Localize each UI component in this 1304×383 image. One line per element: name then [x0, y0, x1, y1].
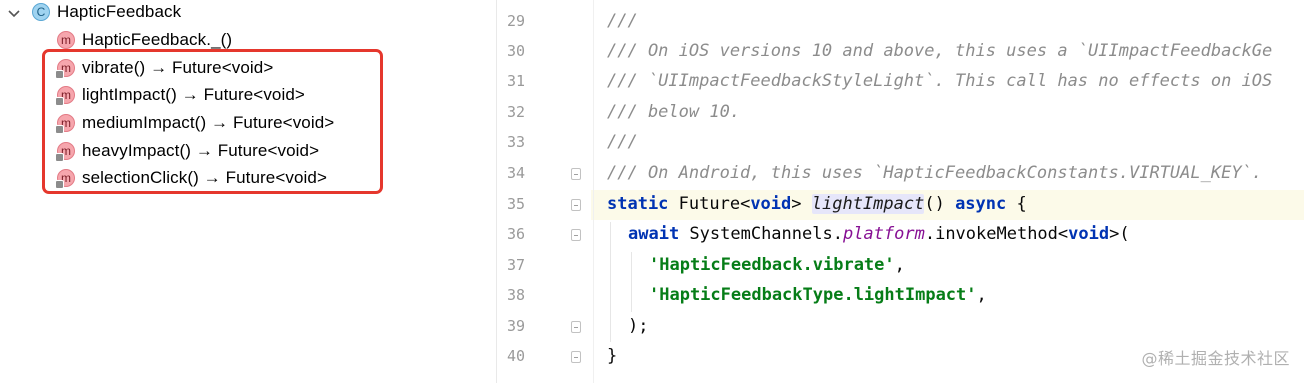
code-text: >( [1109, 224, 1130, 244]
fold-end-icon[interactable] [571, 321, 581, 333]
line-number: 38 [506, 286, 525, 304]
class-icon: C [32, 3, 50, 21]
line-number: 33 [506, 133, 525, 151]
line-number: 39 [506, 317, 525, 335]
code-line: /// On Android, this uses `HapticFeedbac… [607, 163, 1263, 183]
line-number: 30 [506, 42, 525, 60]
code-editor[interactable]: /// /// On iOS versions 10 and above, th… [591, 0, 1304, 383]
watermark: @稀土掘金技术社区 [1141, 349, 1290, 368]
code-line: ); [628, 316, 649, 336]
code-line: /// [607, 11, 638, 31]
line-number: 40 [506, 347, 525, 365]
line-number: 35 [506, 195, 525, 213]
structure-panel: C HapticFeedback m HapticFeedback._() m … [0, 0, 496, 383]
line-number: 37 [506, 256, 525, 274]
line-number: 31 [506, 72, 525, 90]
editor-gutter: 29 30 31 32 33 34 35 36 37 38 39 40 [497, 0, 594, 383]
type-text: > [791, 194, 812, 214]
code-line: /// [607, 132, 638, 152]
keyword: async [955, 194, 1007, 214]
code-text: , [976, 285, 987, 305]
tree-item-label: HapticFeedback._() [82, 30, 233, 49]
code-line-string: 'HapticFeedbackType.lightImpact', [649, 280, 987, 310]
chevron-down-icon[interactable] [6, 5, 22, 21]
line-number: 32 [506, 103, 525, 121]
keyword: await [628, 224, 680, 244]
line-number: 29 [506, 12, 525, 30]
fold-end-icon[interactable] [571, 351, 581, 363]
code-line: /// below 10. [607, 102, 741, 122]
keyword: static [607, 194, 669, 214]
code-text: () [924, 194, 956, 214]
code-line: } [607, 346, 618, 366]
method-name[interactable]: lightImpact [811, 194, 925, 214]
code-line: /// On iOS versions 10 and above, this u… [607, 41, 1273, 61]
indent-guide [610, 222, 611, 342]
code-text: SystemChannels. [679, 224, 843, 244]
code-line-await: await SystemChannels.platform.invokeMeth… [628, 219, 1130, 249]
field-name: platform [842, 224, 925, 244]
code-text: .invokeMethod< [924, 224, 1069, 244]
tree-root-hapticfeedback[interactable]: C HapticFeedback [32, 0, 181, 26]
indent-guide [631, 252, 632, 312]
string-literal: 'HapticFeedback.vibrate' [649, 255, 895, 275]
code-text: , [894, 255, 905, 275]
code-text: { [1006, 194, 1027, 214]
code-line-method-signature: static Future<void> lightImpact() async … [607, 189, 1027, 219]
method-icon: m [57, 31, 75, 49]
highlight-box [42, 49, 383, 194]
keyword: void [1068, 224, 1110, 244]
fold-end-icon[interactable] [571, 168, 581, 180]
code-line: /// `UIImpactFeedbackStyleLight`. This c… [607, 71, 1273, 91]
line-number: 36 [506, 225, 525, 243]
type-text: Future< [668, 194, 751, 214]
string-literal: 'HapticFeedbackType.lightImpact' [649, 285, 977, 305]
line-number: 34 [506, 164, 525, 182]
fold-start-icon[interactable] [571, 229, 581, 241]
keyword: void [750, 194, 792, 214]
code-line-string: 'HapticFeedback.vibrate', [649, 250, 905, 280]
fold-start-icon[interactable] [571, 199, 581, 211]
tree-root-label: HapticFeedback [57, 2, 182, 21]
